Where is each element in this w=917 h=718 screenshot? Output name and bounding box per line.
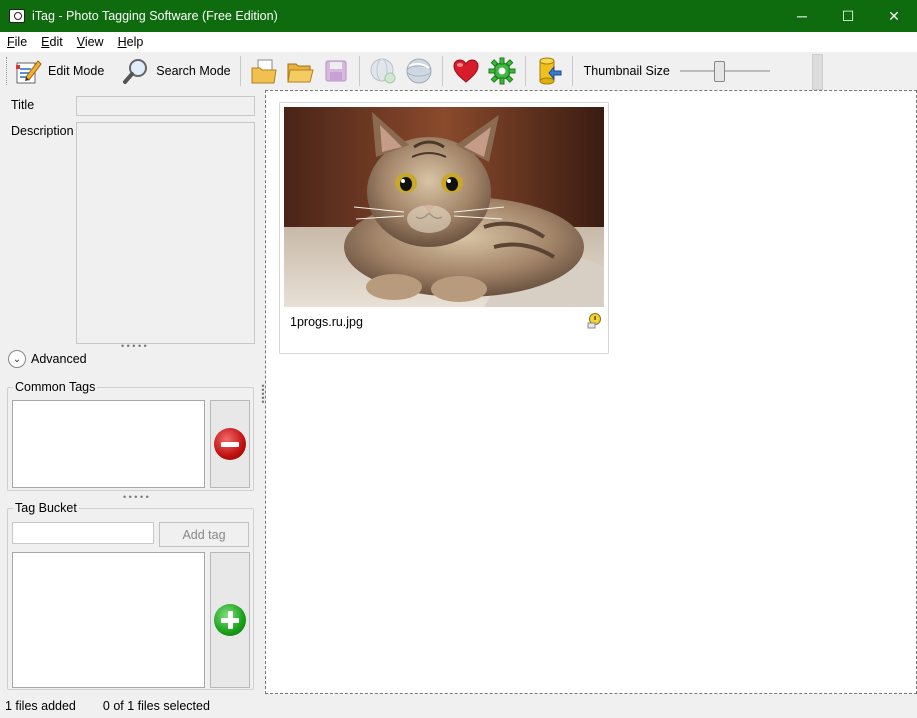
save-icon — [322, 57, 350, 85]
advanced-toggle[interactable]: ⌄ Advanced — [8, 350, 87, 368]
title-bar: iTag - Photo Tagging Software (Free Edit… — [0, 0, 917, 32]
web-button[interactable] — [401, 54, 437, 88]
common-tags-list[interactable] — [12, 400, 205, 488]
description-input[interactable] — [76, 122, 255, 344]
warning-tag-icon — [586, 313, 602, 329]
tag-input[interactable] — [12, 522, 154, 544]
advanced-label: Advanced — [31, 352, 87, 366]
edit-mode-label: Edit Mode — [48, 64, 105, 78]
open-file-button[interactable] — [246, 54, 282, 88]
files-added-status: 1 files added — [5, 699, 76, 713]
edit-mode-icon — [14, 57, 42, 85]
common-tags-group: Common Tags — [7, 380, 254, 491]
menu-view[interactable]: View — [70, 35, 111, 49]
window-title: iTag - Photo Tagging Software (Free Edit… — [32, 9, 278, 23]
toolbar-separator — [524, 56, 526, 86]
title-label: Title — [11, 98, 35, 112]
menu-edit[interactable]: Edit — [34, 35, 70, 49]
web-add-button[interactable] — [365, 54, 401, 88]
camera-app-icon — [9, 9, 25, 23]
chevron-down-icon: ⌄ — [8, 350, 26, 368]
thumbnail-size-slider[interactable] — [679, 56, 770, 86]
database-export-button[interactable] — [531, 54, 567, 88]
cat-photo-thumbnail — [284, 107, 604, 307]
menu-file[interactable]: File — [0, 35, 34, 49]
toolbar-overflow[interactable] — [812, 54, 823, 90]
add-tag-button[interactable]: Add tag — [159, 522, 249, 547]
slider-thumb[interactable] — [713, 61, 725, 82]
search-mode-button[interactable]: Search Mode — [118, 54, 234, 88]
open-folder-icon — [286, 57, 314, 85]
open-folder-button[interactable] — [282, 54, 318, 88]
remove-tag-button[interactable] — [210, 400, 250, 488]
settings-gear-icon — [488, 57, 516, 85]
tag-bucket-list[interactable] — [12, 552, 205, 688]
settings-button[interactable] — [484, 54, 520, 88]
add-tag-to-file-button[interactable] — [210, 552, 250, 688]
save-button[interactable] — [318, 54, 354, 88]
toolbar-separator — [571, 56, 573, 86]
left-panel: Title Description • • • • • ⌄ Advanced C… — [0, 90, 260, 694]
toolbar-separator — [358, 56, 360, 86]
menu-bar: File Edit View Help — [0, 32, 917, 52]
description-splitter[interactable]: • • • • • — [121, 341, 147, 351]
thumbnail-filename: 1progs.ru.jpg — [290, 315, 363, 329]
toolbar-separator — [239, 56, 241, 86]
status-bar: 1 files added 0 of 1 files selected — [0, 694, 917, 718]
toolbar: Edit Mode Search Mode Thumbnail Size — [0, 52, 917, 90]
menu-help[interactable]: Help — [111, 35, 151, 49]
remove-circle-icon — [214, 428, 246, 460]
tag-bucket-title: Tag Bucket — [13, 501, 79, 515]
common-tags-title: Common Tags — [13, 380, 98, 394]
tag-bucket-group: Tag Bucket Add tag — [7, 501, 254, 690]
favorite-heart-icon — [452, 57, 480, 85]
slider-track — [679, 70, 770, 72]
window-controls: ─ ☐ ✕ — [779, 0, 917, 32]
add-circle-icon — [214, 604, 246, 636]
globe-disabled-icon — [369, 57, 397, 85]
maximize-button[interactable]: ☐ — [825, 0, 871, 32]
favorite-button[interactable] — [448, 54, 484, 88]
edit-mode-button[interactable]: Edit Mode — [10, 54, 108, 88]
close-button[interactable]: ✕ — [871, 0, 917, 32]
description-label: Description — [11, 124, 74, 138]
database-export-icon — [535, 57, 563, 85]
minimize-button[interactable]: ─ — [779, 0, 825, 32]
search-mode-label: Search Mode — [156, 64, 231, 78]
thumbnail-size-label: Thumbnail Size — [583, 64, 670, 78]
selection-status: 0 of 1 files selected — [102, 699, 210, 713]
open-file-icon — [250, 57, 278, 85]
title-input[interactable] — [76, 96, 255, 116]
thumbnail-item[interactable]: 1progs.ru.jpg — [279, 102, 609, 354]
tags-splitter[interactable]: • • • • • — [123, 492, 149, 502]
globe-icon — [405, 57, 433, 85]
thumbnail-view[interactable]: 1progs.ru.jpg — [265, 90, 917, 694]
search-mode-icon — [122, 57, 150, 85]
toolbar-separator — [441, 56, 443, 86]
